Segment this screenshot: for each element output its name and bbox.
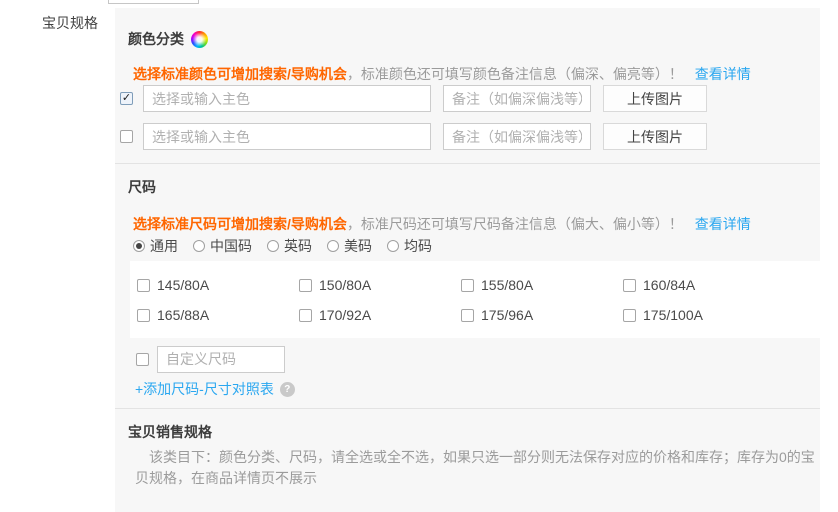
sales-spec-description: 该类目下：颜色分类、尺码，请全选或全不选，如果只选一部分则无法保存对应的价格和库…	[135, 447, 817, 489]
size-option-label: 165/88A	[157, 307, 209, 323]
radio-icon	[327, 240, 339, 252]
color-section-title-text: 颜色分类	[128, 29, 184, 49]
color-row-2-main-input[interactable]	[143, 123, 431, 150]
section-divider	[115, 408, 820, 409]
size-option-checkbox[interactable]: ✓	[299, 309, 312, 322]
color-row-2-upload-button[interactable]: 上传图片	[603, 123, 707, 150]
size-option-label: 175/96A	[481, 307, 533, 323]
size-option-160-84A[interactable]: ✓ 160/84A	[623, 270, 785, 300]
size-option-checkbox[interactable]: ✓	[623, 309, 636, 322]
add-size-chart-row: +添加尺码-尺寸对照表 ?	[135, 379, 295, 399]
size-type-yingma[interactable]: 英码	[267, 236, 312, 256]
custom-size-row: ✓	[136, 345, 285, 373]
size-option-165-88A[interactable]: ✓ 165/88A	[137, 300, 299, 330]
color-tip-rest: ，标准颜色还可填写颜色备注信息（偏深、偏亮等）！	[347, 66, 683, 82]
radio-icon	[387, 240, 399, 252]
size-option-label: 155/80A	[481, 277, 533, 293]
size-option-label: 175/100A	[643, 307, 703, 323]
size-option-150-80A[interactable]: ✓ 150/80A	[299, 270, 461, 300]
size-option-145-80A[interactable]: ✓ 145/80A	[137, 270, 299, 300]
size-type-label: 通用	[150, 236, 178, 256]
color-row-1: ✓ 上传图片	[120, 85, 707, 112]
size-option-155-80A[interactable]: ✓ 155/80A	[461, 270, 623, 300]
size-type-label: 中国码	[210, 236, 252, 256]
size-tip-rest: ，标准尺码还可填写尺码备注信息（偏大、偏小等）！	[347, 216, 683, 232]
size-type-label: 英码	[284, 236, 312, 256]
size-option-label: 160/84A	[643, 277, 695, 293]
size-option-label: 170/92A	[319, 307, 371, 323]
size-option-label: 150/80A	[319, 277, 371, 293]
color-tip-detail-link[interactable]: 查看详情	[695, 66, 751, 82]
size-option-checkbox[interactable]: ✓	[137, 279, 150, 292]
section-divider	[115, 163, 820, 164]
size-section-title: 尺码	[128, 177, 156, 197]
color-section-title: 颜色分类	[128, 29, 208, 49]
size-option-checkbox[interactable]: ✓	[299, 279, 312, 292]
size-type-label: 美码	[344, 236, 372, 256]
product-spec-form: 宝贝规格 颜色分类 选择标准颜色可增加搜索/导购机会，标准颜色还可填写颜色备注信…	[0, 0, 838, 512]
size-type-zhongguoma[interactable]: 中国码	[193, 236, 252, 256]
size-type-junma[interactable]: 均码	[387, 236, 432, 256]
custom-size-input[interactable]	[157, 346, 285, 373]
color-row-2: ✓ 上传图片	[120, 123, 707, 150]
size-option-checkbox[interactable]: ✓	[461, 309, 474, 322]
color-row-1-checkbox[interactable]: ✓	[120, 92, 133, 105]
help-icon[interactable]: ?	[280, 382, 295, 397]
size-option-checkbox[interactable]: ✓	[137, 309, 150, 322]
spec-panel: 颜色分类 选择标准颜色可增加搜索/导购机会，标准颜色还可填写颜色备注信息（偏深、…	[115, 8, 820, 512]
cutoff-input[interactable]	[108, 0, 199, 4]
size-tip-highlight: 选择标准尺码可增加搜索/导购机会	[133, 216, 347, 232]
color-wheel-icon	[191, 31, 208, 48]
size-type-label: 均码	[404, 236, 432, 256]
color-row-1-main-input[interactable]	[143, 85, 431, 112]
size-option-checkbox[interactable]: ✓	[461, 279, 474, 292]
color-tip: 选择标准颜色可增加搜索/导购机会，标准颜色还可填写颜色备注信息（偏深、偏亮等）！…	[133, 64, 751, 84]
color-tip-highlight: 选择标准颜色可增加搜索/导购机会	[133, 66, 347, 82]
add-size-chart-link[interactable]: +添加尺码-尺寸对照表	[135, 379, 274, 399]
size-option-175-100A[interactable]: ✓ 175/100A	[623, 300, 785, 330]
size-tip: 选择标准尺码可增加搜索/导购机会，标准尺码还可填写尺码备注信息（偏大、偏小等）！…	[133, 214, 751, 234]
radio-icon	[133, 240, 145, 252]
size-option-175-96A[interactable]: ✓ 175/96A	[461, 300, 623, 330]
color-row-2-note-input[interactable]	[443, 123, 591, 150]
color-row-1-note-input[interactable]	[443, 85, 591, 112]
custom-size-checkbox[interactable]: ✓	[136, 353, 149, 366]
size-type-meima[interactable]: 美码	[327, 236, 372, 256]
sales-spec-title: 宝贝销售规格	[128, 422, 212, 442]
size-type-radio-group: 通用 中国码 英码 美码 均码	[133, 236, 432, 256]
spec-field-label: 宝贝规格	[0, 13, 98, 33]
check-icon: ✓	[122, 93, 131, 104]
size-option-checkbox[interactable]: ✓	[623, 279, 636, 292]
color-row-2-checkbox[interactable]: ✓	[120, 130, 133, 143]
size-type-tongyong[interactable]: 通用	[133, 236, 178, 256]
color-row-1-upload-button[interactable]: 上传图片	[603, 85, 707, 112]
size-option-label: 145/80A	[157, 277, 209, 293]
radio-icon	[267, 240, 279, 252]
size-option-grid: ✓ 145/80A ✓ 150/80A ✓ 155/80A ✓ 160/84A …	[130, 261, 820, 338]
size-option-170-92A[interactable]: ✓ 170/92A	[299, 300, 461, 330]
size-section-title-text: 尺码	[128, 177, 156, 197]
radio-icon	[193, 240, 205, 252]
size-tip-detail-link[interactable]: 查看详情	[695, 216, 751, 232]
